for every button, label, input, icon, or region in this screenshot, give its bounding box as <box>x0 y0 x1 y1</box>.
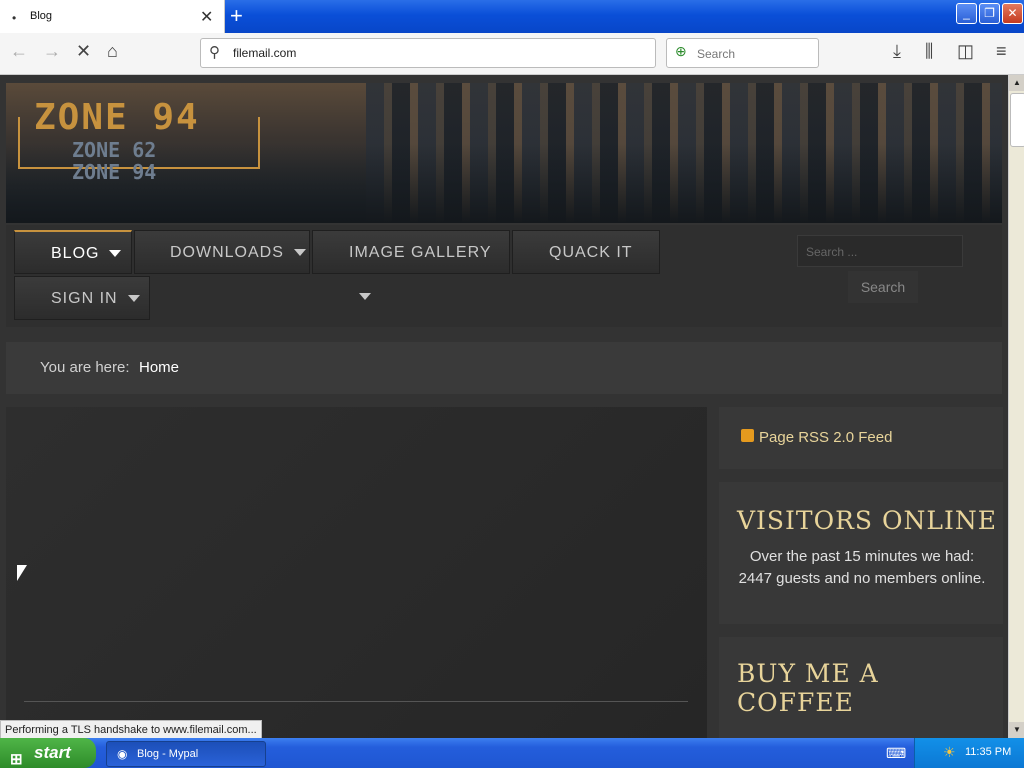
url-text: filemail.com <box>233 46 297 60</box>
taskbar-item-label: Blog - Mypal <box>137 748 199 760</box>
back-icon[interactable]: ← <box>10 41 28 62</box>
menu-item-quack-it[interactable]: QUACK IT <box>512 230 660 274</box>
caret-down-icon <box>293 249 306 257</box>
menu-label: QUACK IT <box>549 244 633 261</box>
search-placeholder: Search <box>697 47 736 61</box>
menu-label: BLOG <box>51 245 100 262</box>
tray-icon[interactable]: ☀ <box>943 744 956 761</box>
status-text: Performing a TLS handshake to www.filema… <box>0 720 262 740</box>
browser-app-icon: ◉ <box>117 747 128 761</box>
breadcrumb-label: You are here: <box>40 359 130 376</box>
new-tab-icon[interactable]: + <box>230 3 243 29</box>
site-logo-sub: ZONE 62 ZONE 94 <box>72 139 156 183</box>
breadcrumb-current: Home <box>139 359 180 376</box>
start-label: start <box>34 743 71 762</box>
browser-tab[interactable]: • Blog ✕ <box>0 0 225 33</box>
menu-item-sign-in[interactable]: SIGN IN <box>14 276 150 320</box>
logo-sub-line-1: ZONE 62 <box>72 138 157 162</box>
title-bar: • Blog ✕ + _ ❐ ✕ <box>0 0 1024 33</box>
keyboard-icon[interactable]: ⌨ <box>886 745 906 762</box>
page-scrollbar[interactable]: ▲ ▼ <box>1008 75 1024 738</box>
menu-item-image-gallery[interactable]: IMAGE GALLERY <box>312 230 510 301</box>
scroll-up-icon[interactable]: ▲ <box>1009 75 1024 91</box>
menu-label: SIGN IN <box>51 290 118 307</box>
nav-toolbar: ← → ✕ ⌂ ⚲ filemail.com ⊕ Search ⤓ ⫼ ◫ ≡ <box>0 33 1024 75</box>
visitors-title: VISITORS ONLINE <box>737 506 997 535</box>
sidebar-icon[interactable]: ◫ <box>957 41 974 62</box>
breadcrumb: You are here: Home <box>6 342 1002 394</box>
tab-title: Blog <box>30 10 53 22</box>
url-bar[interactable]: ⚲ filemail.com <box>200 38 656 68</box>
menu-icon[interactable]: ≡ <box>996 41 1007 62</box>
close-tab-icon[interactable]: ✕ <box>200 7 213 27</box>
stop-icon[interactable]: ✕ <box>76 41 91 62</box>
close-window-icon[interactable]: ✕ <box>1002 3 1023 24</box>
windows-logo-icon: ⊞ <box>10 751 23 768</box>
site-logo[interactable]: ZONE 94 <box>34 97 200 138</box>
scroll-down-icon[interactable]: ▼ <box>1009 722 1024 738</box>
rss-module: Page RSS 2.0 Feed <box>719 407 1003 469</box>
restore-icon[interactable]: ❐ <box>979 3 1000 24</box>
taskbar: ⊞ start ◉ Blog - Mypal ⌨ ☀ 11:35 PM <box>0 738 1024 768</box>
library-icon[interactable]: ⫼ <box>925 41 933 62</box>
menu-label: IMAGE GALLERY <box>349 244 492 261</box>
caret-down-icon <box>359 293 371 301</box>
clock[interactable]: 11:35 PM <box>965 746 1011 758</box>
coffee-title: BUY ME A COFFEE <box>737 659 879 717</box>
visitors-text: Over the past 15 minutes we had: 2447 gu… <box>738 548 986 587</box>
taskbar-item-browser[interactable]: ◉ Blog - Mypal <box>106 741 266 767</box>
menu-item-blog[interactable]: BLOG <box>14 230 132 274</box>
page-viewport: ZONE 94 ZONE 62 ZONE 94 BLOG DOWNLOADS I… <box>0 75 1008 738</box>
main-content <box>6 407 707 738</box>
coffee-module: BUY ME A COFFEE <box>719 637 1003 738</box>
mouse-cursor-icon <box>17 565 27 581</box>
downloads-icon[interactable]: ⤓ <box>893 41 901 62</box>
rss-link[interactable]: Page RSS 2.0 Feed <box>759 429 892 446</box>
loading-dot-icon: • <box>12 11 17 25</box>
caret-down-icon <box>109 250 122 258</box>
rss-icon <box>741 429 754 442</box>
system-tray: ☀ 11:35 PM <box>914 738 1024 768</box>
logo-sub-line-2: ZONE 94 <box>72 160 157 184</box>
forward-icon[interactable]: → <box>43 41 61 62</box>
menu-item-downloads[interactable]: DOWNLOADS <box>134 230 310 274</box>
search-icon: ⚲ <box>209 44 220 61</box>
visitors-module: VISITORS ONLINE Over the past 15 minutes… <box>719 482 1003 624</box>
home-icon[interactable]: ⌂ <box>107 41 118 62</box>
site-search-button[interactable]: Search <box>848 271 918 303</box>
browser-search-input[interactable]: ⊕ Search <box>666 38 819 68</box>
site-banner: ZONE 94 ZONE 62 ZONE 94 <box>6 83 1002 223</box>
caret-down-icon <box>127 295 140 303</box>
scroll-thumb[interactable] <box>1010 93 1024 147</box>
site-search-input[interactable]: Search ... <box>797 235 963 267</box>
menu-label: DOWNLOADS <box>170 244 284 261</box>
search-engine-icon: ⊕ <box>675 43 687 59</box>
minimize-icon[interactable]: _ <box>956 3 977 24</box>
divider <box>24 701 688 702</box>
start-button[interactable]: ⊞ start <box>0 738 96 768</box>
